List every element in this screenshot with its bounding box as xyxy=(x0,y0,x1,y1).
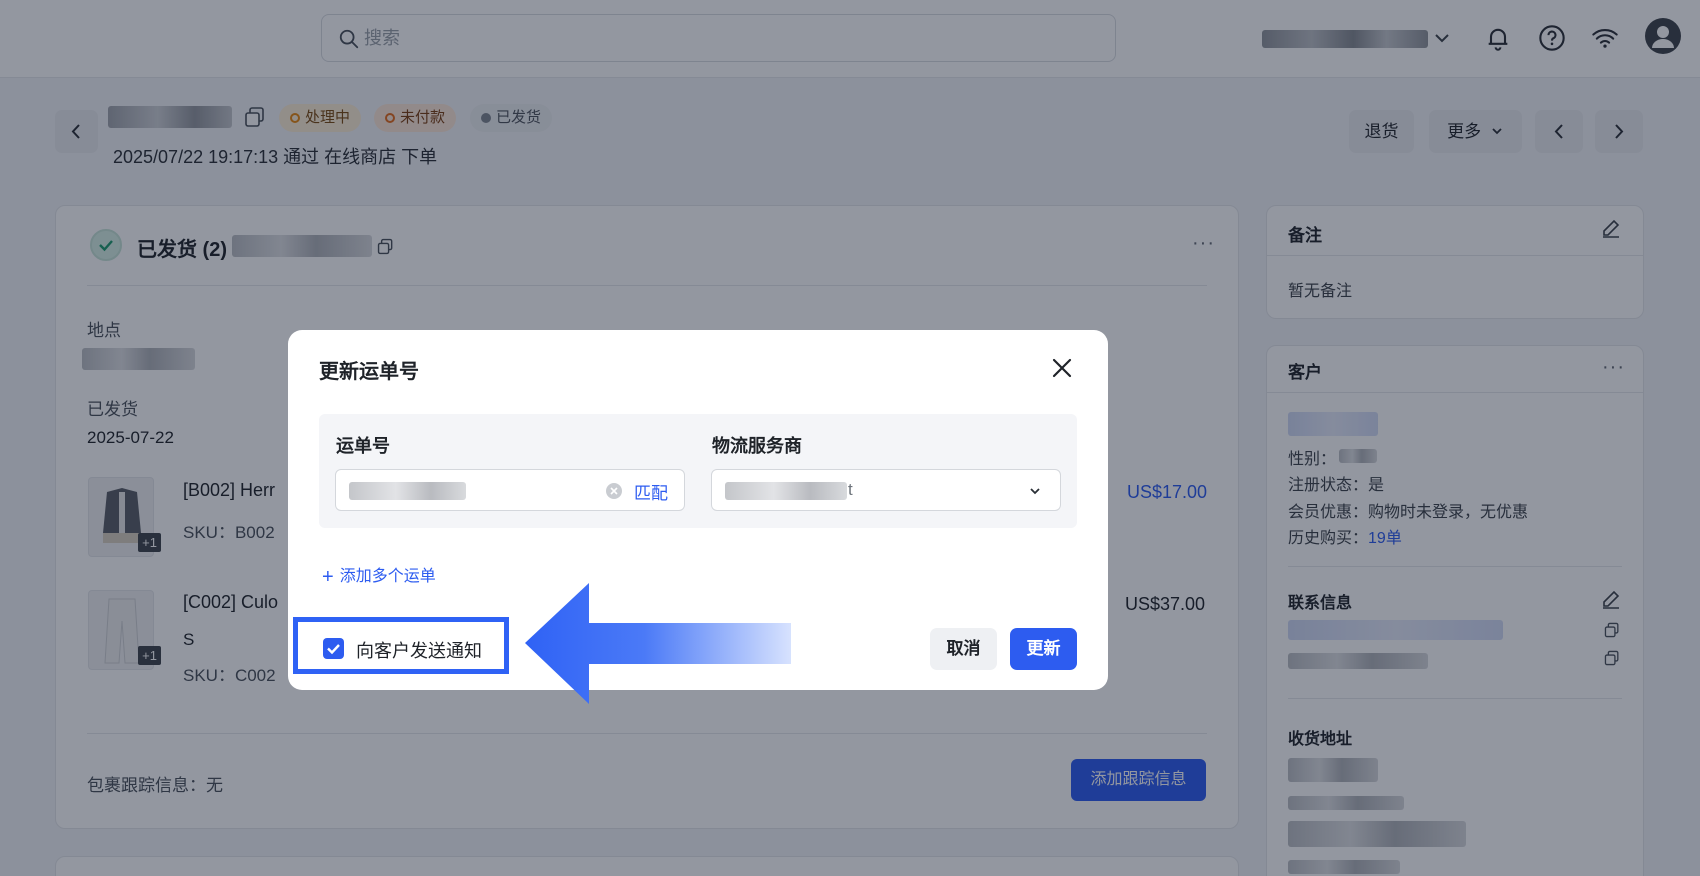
clear-icon[interactable] xyxy=(605,482,623,500)
add-multiple-label: 添加多个运单 xyxy=(339,568,436,585)
carrier-label: 物流服务商 xyxy=(712,436,802,456)
tracking-panel: 运单号 匹配 物流服务商 t xyxy=(319,414,1077,528)
annotation-arrow xyxy=(525,583,791,704)
tracking-number-input[interactable]: 匹配 xyxy=(335,469,685,511)
carrier-select[interactable]: t xyxy=(711,469,1061,511)
check-icon xyxy=(327,644,340,655)
notify-customer-highlight: 向客户发送通知 xyxy=(293,617,509,674)
chevron-down-icon xyxy=(1030,488,1040,495)
add-multiple-tracking-button[interactable]: + 添加多个运单 xyxy=(322,562,436,589)
notify-customer-checkbox[interactable] xyxy=(323,638,344,659)
close-icon[interactable] xyxy=(1048,354,1076,382)
update-button[interactable]: 更新 xyxy=(1010,628,1077,670)
match-button[interactable]: 匹配 xyxy=(634,479,668,504)
carrier-name-redacted xyxy=(725,482,847,500)
carrier-name-tail: t xyxy=(848,480,853,499)
cancel-button[interactable]: 取消 xyxy=(930,628,997,670)
notify-customer-label[interactable]: 向客户发送通知 xyxy=(356,637,482,663)
dialog-title: 更新运单号 xyxy=(319,361,419,383)
tracking-number-redacted xyxy=(349,482,466,500)
plus-icon: + xyxy=(322,566,334,588)
tracking-number-label: 运单号 xyxy=(336,436,390,456)
